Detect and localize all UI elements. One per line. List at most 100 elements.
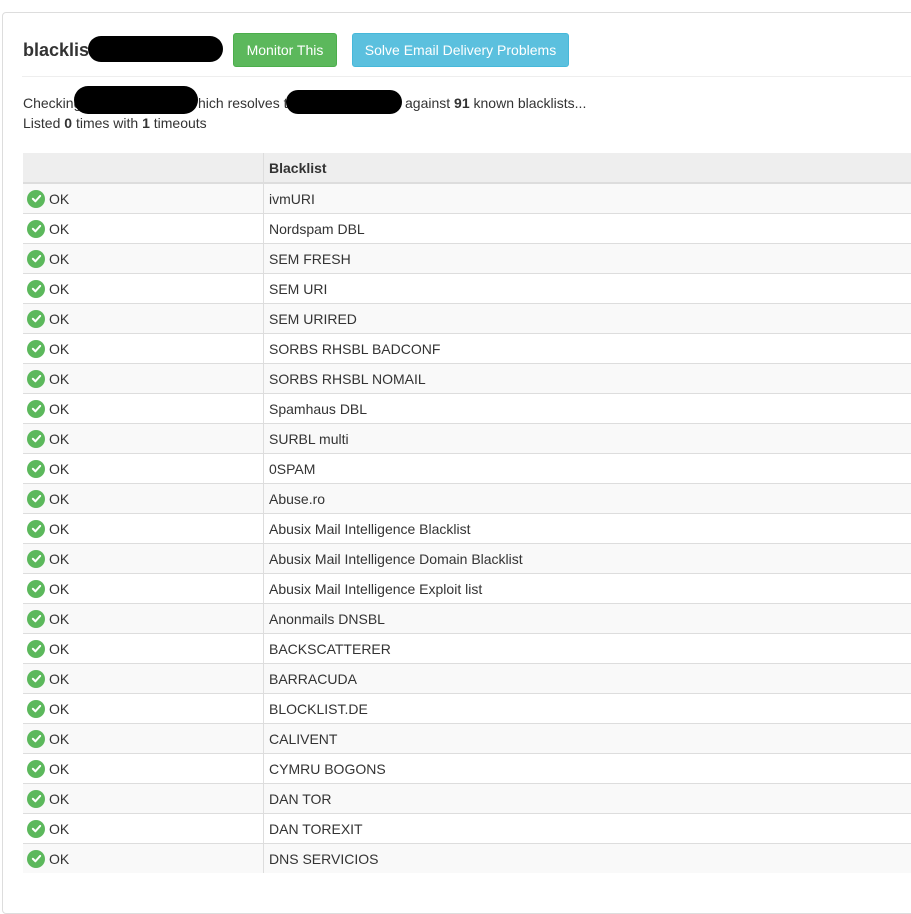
table-row: OK Anonmails DNSBL (23, 604, 911, 634)
status-label: OK (49, 671, 69, 687)
blacklist-name: Abusix Mail Intelligence Domain Blacklis… (264, 544, 911, 574)
table-row: OK BLOCKLIST.DE (23, 694, 911, 724)
blacklist-name: CALIVENT (264, 724, 911, 754)
status-cell: OK (23, 844, 264, 874)
status-cell: OK (23, 484, 264, 514)
status-ok: OK (27, 670, 263, 688)
status-cell: OK (23, 304, 264, 334)
timeouts-label: timeouts (154, 115, 207, 131)
check-circle-icon (27, 790, 45, 808)
blacklist-name: SORBS RHSBL NOMAIL (264, 364, 911, 394)
status-cell: OK (23, 574, 264, 604)
status-column-header (23, 153, 264, 183)
page-title: blacklist (23, 40, 95, 61)
monitor-this-button[interactable]: Monitor This (233, 33, 337, 67)
check-circle-icon (27, 340, 45, 358)
blacklist-name: BLOCKLIST.DE (264, 694, 911, 724)
table-row: OK BARRACUDA (23, 664, 911, 694)
check-circle-icon (27, 310, 45, 328)
status-label: OK (49, 701, 69, 717)
blacklist-name: DAN TOR (264, 784, 911, 814)
status-label: OK (49, 491, 69, 507)
status-label: OK (49, 191, 69, 207)
solve-email-delivery-button[interactable]: Solve Email Delivery Problems (352, 33, 569, 67)
blacklist-name: BARRACUDA (264, 664, 911, 694)
status-cell: OK (23, 424, 264, 454)
against-text: against 91 known blacklists... (405, 95, 586, 111)
redacted-ip (286, 90, 402, 114)
status-label: OK (49, 791, 69, 807)
blacklist-name: 0SPAM (264, 454, 911, 484)
status-ok: OK (27, 400, 263, 418)
status-cell: OK (23, 274, 264, 304)
status-cell: OK (23, 454, 264, 484)
status-ok: OK (27, 490, 263, 508)
check-circle-icon (27, 550, 45, 568)
table-row: OKSORBS RHSBL BADCONF (23, 334, 911, 364)
status-ok: OK (27, 700, 263, 718)
known-blacklists-label: known blacklists... (474, 95, 587, 111)
status-cell: OK (23, 814, 264, 844)
status-cell: OK (23, 694, 264, 724)
status-ok: OK (27, 460, 263, 478)
check-circle-icon (27, 280, 45, 298)
check-circle-icon (27, 610, 45, 628)
status-cell: OK (23, 364, 264, 394)
status-ok: OK (27, 730, 263, 748)
check-circle-icon (27, 580, 45, 598)
blacklist-name: SEM URIRED (264, 304, 911, 334)
check-circle-icon (27, 400, 45, 418)
known-blacklist-count: 91 (454, 95, 470, 111)
status-cell: OK (23, 724, 264, 754)
blacklist-name: Nordspam DBL (264, 214, 911, 244)
blacklist-name: BACKSCATTERER (264, 634, 911, 664)
table-row: OK CYMRU BOGONS (23, 754, 911, 784)
status-label: OK (49, 371, 69, 387)
header-divider (22, 76, 911, 77)
blacklist-name: SORBS RHSBL BADCONF (264, 334, 911, 364)
status-cell: OK (23, 784, 264, 814)
status-label: OK (49, 551, 69, 567)
table-row: OK0SPAM (23, 454, 911, 484)
check-circle-icon (27, 730, 45, 748)
check-circle-icon (27, 220, 45, 238)
blacklist-name: DNS SERVICIOS (264, 844, 911, 874)
check-circle-icon (27, 460, 45, 478)
check-circle-icon (27, 640, 45, 658)
listed-label: Listed (23, 115, 60, 131)
table-row: OKAbusix Mail Intelligence Exploit list (23, 574, 911, 604)
status-ok: OK (27, 550, 263, 568)
blacklist-name: SEM FRESH (264, 244, 911, 274)
table-row: OK SEM URIRED (23, 304, 911, 334)
status-label: OK (49, 611, 69, 627)
status-label: OK (49, 431, 69, 447)
timeout-count: 1 (142, 115, 150, 131)
check-circle-icon (27, 520, 45, 538)
table-row: OK DAN TOR (23, 784, 911, 814)
status-label: OK (49, 221, 69, 237)
blacklist-name: Abuse.ro (264, 484, 911, 514)
blacklist-column-header: Blacklist (264, 153, 911, 183)
status-label: OK (49, 731, 69, 747)
status-cell: OK (23, 214, 264, 244)
blacklist-name: DAN TOREXIT (264, 814, 911, 844)
status-cell: OK (23, 334, 264, 364)
status-label: OK (49, 311, 69, 327)
blacklist-name: CYMRU BOGONS (264, 754, 911, 784)
blacklist-name: Anonmails DNSBL (264, 604, 911, 634)
redacted-host (74, 86, 198, 114)
table-row: OKSEM FRESH (23, 244, 911, 274)
status-cell: OK (23, 394, 264, 424)
listed-count: 0 (64, 115, 72, 131)
table-row: OK Abuse.ro (23, 484, 911, 514)
status-label: OK (49, 761, 69, 777)
status-cell: OK (23, 604, 264, 634)
status-cell: OK (23, 754, 264, 784)
table-row: OKDAN TOREXIT (23, 814, 911, 844)
check-circle-icon (27, 820, 45, 838)
blacklist-name: Abusix Mail Intelligence Exploit list (264, 574, 911, 604)
status-ok: OK (27, 280, 263, 298)
check-circle-icon (27, 430, 45, 448)
status-ok: OK (27, 250, 263, 268)
blacklist-name: SURBL multi (264, 424, 911, 454)
